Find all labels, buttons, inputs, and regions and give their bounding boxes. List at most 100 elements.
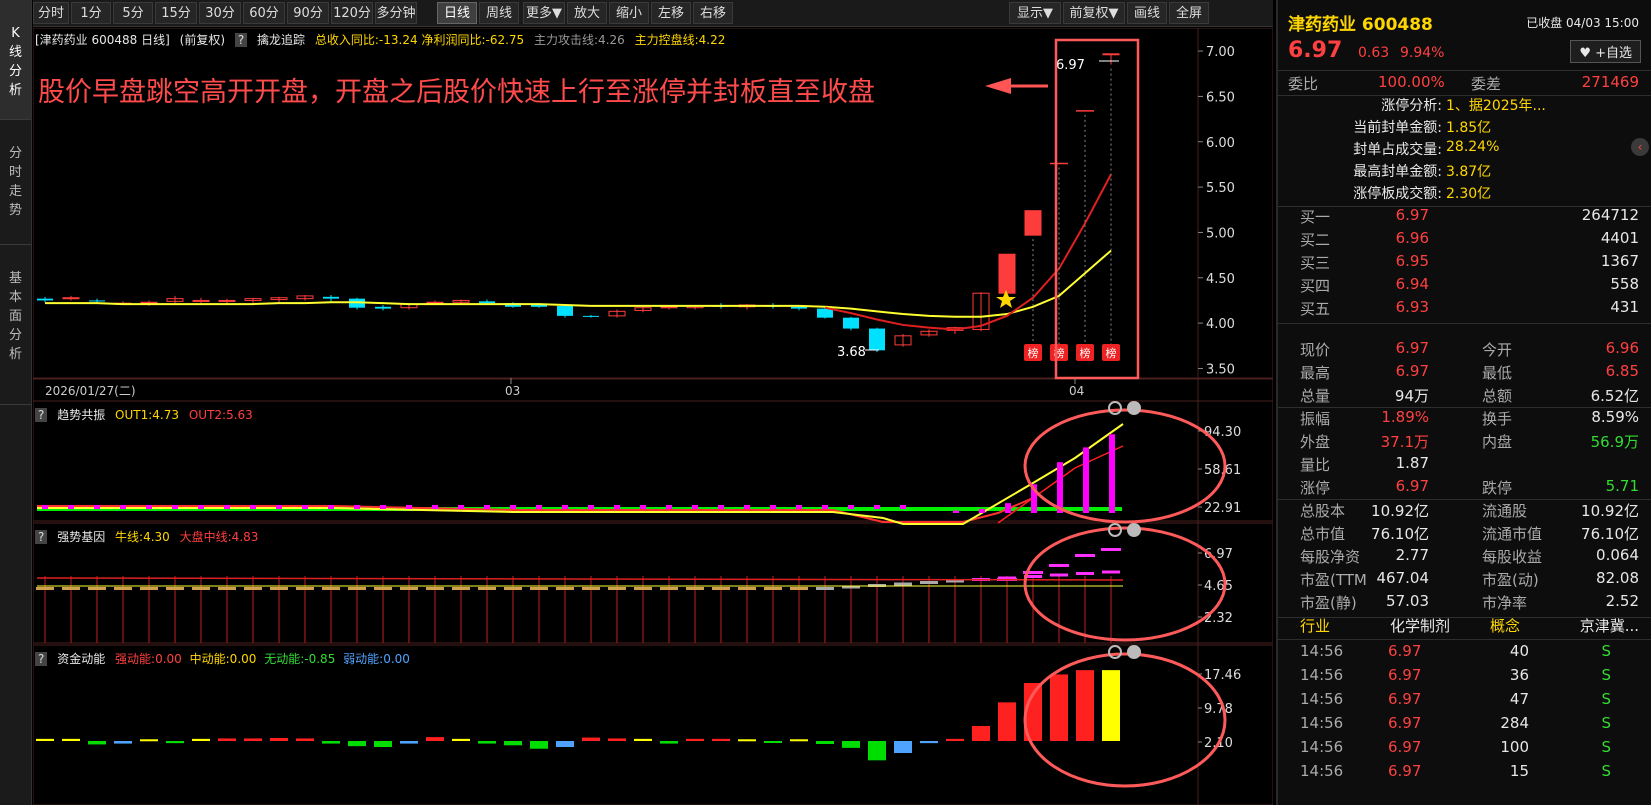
fund-bar xyxy=(868,741,886,761)
stat-label: 内盘 xyxy=(1482,433,1513,451)
trend-bar xyxy=(1057,462,1063,513)
toolbar-btn-6[interactable]: 90分 xyxy=(287,2,329,24)
gene-mark xyxy=(582,587,600,590)
gene-mark xyxy=(36,587,54,590)
toolbar-right-btn-2[interactable]: 画线 xyxy=(1127,2,1167,24)
highlight-ellipse xyxy=(1023,408,1227,524)
nav-tab-1[interactable]: 分时走势 xyxy=(0,120,31,245)
toolbar-btn-11[interactable]: 更多▼ xyxy=(523,2,565,24)
gene-mark xyxy=(192,587,210,590)
quote-panel: 津药药业 600488 已收盘 04/03 15:00 6.97 0.63 9.… xyxy=(1276,0,1651,805)
trade-price: 6.97 xyxy=(1388,642,1422,660)
toolbar-right-btn-3[interactable]: 全屏 xyxy=(1169,2,1209,24)
trend-bar-small xyxy=(666,505,672,509)
trade-volume: 47 xyxy=(1509,690,1529,708)
trend-bar-small xyxy=(120,505,126,509)
market-status: 已收盘 04/03 15:00 xyxy=(1526,16,1639,30)
trend-bar-small xyxy=(718,505,724,509)
trend-bar-small xyxy=(796,505,802,509)
trend-bar-small xyxy=(250,505,256,509)
bid-volume: 431 xyxy=(1610,298,1639,316)
trend-bar-small xyxy=(302,505,308,509)
fund-bar xyxy=(842,741,860,748)
toolbar-btn-5[interactable]: 60分 xyxy=(243,2,285,24)
gene-mark xyxy=(348,587,366,590)
fund-bar xyxy=(738,739,756,742)
commission-diff-label: 委差 xyxy=(1471,75,1502,93)
highlight-ellipse xyxy=(1023,526,1227,642)
toolbar-btn-2[interactable]: 5分 xyxy=(113,2,153,24)
trend-bar-small xyxy=(458,505,464,509)
bid-volume: 558 xyxy=(1610,275,1639,293)
toolbar-btn-1[interactable]: 1分 xyxy=(71,2,111,24)
toolbar-btn-4[interactable]: 30分 xyxy=(199,2,241,24)
gene-mark xyxy=(166,587,184,590)
toolbar-btn-13[interactable]: 缩小 xyxy=(609,2,649,24)
kline-chart[interactable]: 7.006.506.005.505.004.504.003.50榜榜榜榜6.97… xyxy=(33,28,1273,805)
fund-bar xyxy=(88,741,106,745)
candle xyxy=(557,305,573,316)
badge-label: 榜 xyxy=(1028,346,1039,360)
date-label: 03 xyxy=(505,384,520,398)
stat-value: 6.97 xyxy=(1395,362,1429,380)
stat-value: 5.71 xyxy=(1605,477,1639,495)
date-label: 04 xyxy=(1069,384,1084,398)
fund-bar xyxy=(1050,674,1068,741)
trade-volume: 15 xyxy=(1509,762,1529,780)
candle xyxy=(479,301,495,304)
trend-bar-small xyxy=(380,505,386,509)
trend-bar-small xyxy=(224,505,230,509)
bid-price: 6.95 xyxy=(1395,252,1429,270)
candle xyxy=(62,297,80,300)
stat-value: 56.9万 xyxy=(1590,433,1639,451)
concept-label: 概念 xyxy=(1490,617,1521,635)
toolbar-btn-15[interactable]: 右移 xyxy=(693,2,733,24)
fund-bar xyxy=(270,737,288,741)
trade-time: 14:56 xyxy=(1300,714,1344,732)
trade-volume: 36 xyxy=(1509,666,1529,684)
trend-bar-small xyxy=(276,505,282,509)
ma-red-line xyxy=(824,173,1112,331)
panel-frame xyxy=(33,28,1273,379)
toolbar-btn-9[interactable]: 日线 xyxy=(437,2,477,24)
fund-bar xyxy=(114,741,132,744)
stat-value: 1.89% xyxy=(1381,408,1429,426)
toolbar-btn-10[interactable]: 周线 xyxy=(479,2,519,24)
gene-rise-mark xyxy=(1049,564,1069,567)
gene-mark xyxy=(62,587,80,590)
toolbar-btn-3[interactable]: 15分 xyxy=(155,2,197,24)
candle-limit-up xyxy=(999,254,1015,294)
trend-bar-small xyxy=(328,505,334,509)
stat-value: 2.52 xyxy=(1605,592,1639,610)
candle xyxy=(660,306,678,309)
toolbar-btn-12[interactable]: 放大 xyxy=(567,2,607,24)
trend-bar-small xyxy=(536,505,542,509)
stat-value: 57.03 xyxy=(1386,592,1429,610)
price-tick-label: 6.00 xyxy=(1206,136,1235,151)
toolbar-btn-0[interactable]: 分时 xyxy=(33,2,69,24)
toolbar-right-btn-1[interactable]: 前复权▼ xyxy=(1063,2,1125,24)
toolbar-btn-7[interactable]: 120分 xyxy=(331,2,373,24)
bid-price: 6.94 xyxy=(1395,275,1429,293)
trend-bar-small xyxy=(484,505,490,509)
collapse-arrow-icon[interactable]: ‹ xyxy=(1631,138,1649,156)
stat-label: 总股本 xyxy=(1300,502,1346,520)
fund-bar xyxy=(712,738,730,741)
toolbar-btn-8[interactable]: 多分钟 xyxy=(375,2,417,24)
nav-tab-0[interactable]: K线分析 xyxy=(0,0,31,120)
toolbar-btn-14[interactable]: 左移 xyxy=(651,2,691,24)
candle xyxy=(1102,53,1120,56)
fund-bar xyxy=(192,738,210,741)
price-tick-label: 6.50 xyxy=(1206,90,1235,105)
bid-label: 买一 xyxy=(1300,208,1331,226)
trend-bar-small xyxy=(744,505,750,509)
bid-label: 买四 xyxy=(1300,277,1331,295)
nav-tab-2[interactable]: 基本面分析 xyxy=(0,245,31,405)
panel4-tick-label: 17.46 xyxy=(1204,668,1241,683)
price-tick-label: 5.00 xyxy=(1206,226,1235,241)
panel-frame xyxy=(33,378,1273,402)
fund-bar xyxy=(322,741,340,744)
toolbar-right-btn-0[interactable]: 显示▼ xyxy=(1009,2,1061,24)
trend-bar-small xyxy=(510,505,516,509)
add-watchlist-button[interactable]: ♥ +自选 xyxy=(1570,40,1641,63)
